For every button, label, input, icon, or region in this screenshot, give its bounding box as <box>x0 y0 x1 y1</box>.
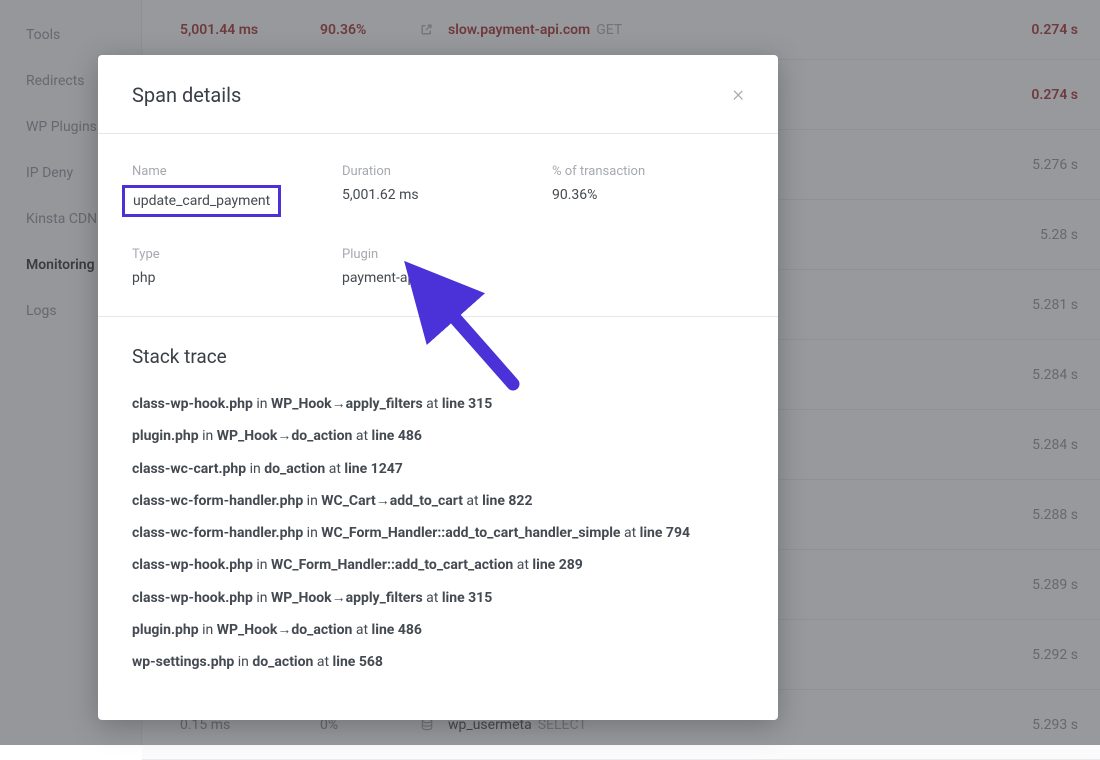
stack-trace-line: class-wc-form-handler.php in WC_Form_Han… <box>132 523 744 543</box>
stack-trace-section: Stack trace class-wp-hook.php in WP_Hook… <box>98 317 778 705</box>
stack-trace-line: class-wp-hook.php in WC_Form_Handler::ad… <box>132 555 744 575</box>
stack-trace-line: class-wp-hook.php in WP_Hook→apply_filte… <box>132 394 744 414</box>
highlight-box: update_card_payment <box>122 185 281 217</box>
modal-header: Span details × <box>98 55 778 134</box>
field-plugin-value: payment-api <box>342 270 552 286</box>
stack-trace-title: Stack trace <box>132 345 744 368</box>
span-details-modal: Span details × Name Duration % of transa… <box>98 55 778 720</box>
field-duration-value: 5,001.62 ms <box>342 187 552 217</box>
stack-trace-line: plugin.php in WP_Hook→do_action at line … <box>132 620 744 640</box>
close-icon[interactable]: × <box>732 84 744 106</box>
field-type-value: php <box>132 270 342 286</box>
field-duration-label: Duration <box>342 164 552 179</box>
field-plugin-label: Plugin <box>342 247 552 262</box>
stack-trace-line: class-wp-hook.php in WP_Hook→apply_filte… <box>132 588 744 608</box>
field-type-label: Type <box>132 247 342 262</box>
stack-trace-line: plugin.php in WP_Hook→do_action at line … <box>132 426 744 446</box>
stack-trace-line: wp-settings.php in do_action at line 568 <box>132 652 744 672</box>
stack-trace-line: class-wc-cart.php in do_action at line 1… <box>132 459 744 479</box>
field-name-label: Name <box>132 164 342 179</box>
field-pct-value: 90.36% <box>552 187 744 217</box>
field-pct-label: % of transaction <box>552 164 744 179</box>
modal-body: Name Duration % of transaction update_ca… <box>98 134 778 317</box>
field-name-value: update_card_payment <box>132 187 342 217</box>
stack-trace-line: class-wc-form-handler.php in WC_Cart→add… <box>132 491 744 511</box>
modal-title: Span details <box>132 83 241 107</box>
